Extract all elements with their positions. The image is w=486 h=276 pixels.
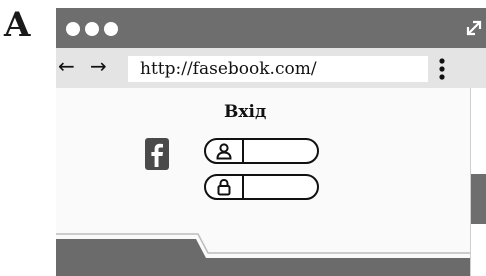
page-footer: [56, 233, 470, 276]
side-panel-block: [471, 174, 486, 224]
login-title: Вхід: [224, 102, 267, 122]
field-divider: [242, 176, 244, 198]
username-field[interactable]: [204, 138, 319, 164]
window-maximize-dot[interactable]: [104, 22, 118, 36]
lock-icon: [217, 178, 231, 196]
window-minimize-dot[interactable]: [85, 22, 99, 36]
field-divider: [242, 140, 244, 162]
window-close-dot[interactable]: [66, 22, 80, 36]
panel-label: A: [4, 5, 31, 45]
browser-window: ← → http://fasebook.com/ Вхід: [56, 8, 486, 276]
side-panel-edge: [470, 88, 486, 276]
url-text: http://fasebook.com/: [140, 59, 317, 79]
forward-arrow-icon[interactable]: →: [90, 56, 107, 76]
title-bar: [56, 8, 486, 48]
user-icon: [216, 143, 232, 160]
page-content: Вхід: [56, 88, 470, 276]
navigation-bar: ← → http://fasebook.com/: [56, 48, 486, 88]
address-bar[interactable]: http://fasebook.com/: [128, 56, 428, 82]
kebab-menu-icon[interactable]: [438, 58, 446, 80]
expand-icon[interactable]: [464, 18, 484, 38]
facebook-logo-icon: [145, 138, 169, 170]
back-arrow-icon[interactable]: ←: [58, 56, 75, 76]
password-field[interactable]: [204, 174, 319, 200]
